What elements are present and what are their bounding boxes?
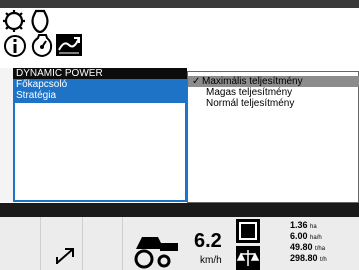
info-icon[interactable] <box>3 34 27 58</box>
option-label: Normál teljesítmény <box>206 98 295 109</box>
divider <box>122 217 123 270</box>
gauge-icon[interactable] <box>30 33 54 58</box>
menu-item-label: Főkapcsoló <box>16 79 68 90</box>
menu-item-main-switch[interactable]: Főkapcsoló <box>13 79 187 90</box>
scale-icon <box>236 246 260 270</box>
reading-yield: 49.80 t/ha <box>290 242 326 252</box>
option-label: Maximális teljesítmény <box>202 76 303 87</box>
reading-area: 1.36 ha <box>290 220 317 230</box>
check-icon: ✓ <box>192 76 201 87</box>
readings-list: 1.36 ha 6.00 ha/h 49.80 t/ha 298.80 t/h <box>290 220 356 264</box>
status-panel: 6.2 km/h 1.36 ha 6.00 ha/h 49.80 t/ha 29… <box>0 217 359 270</box>
option-label: Magas teljesítmény <box>206 87 293 98</box>
menu-empty-area <box>13 101 187 202</box>
bottom-separator <box>0 203 359 217</box>
option-max-power[interactable]: ✓ Maximális teljesítmény <box>188 76 359 87</box>
option-normal-power[interactable]: Normál teljesítmény <box>188 98 359 109</box>
speed-value: 6.2 <box>194 230 222 252</box>
divider <box>82 217 83 270</box>
harvester-icon <box>134 237 178 269</box>
option-high-power[interactable]: Magas teljesítmény <box>188 87 359 98</box>
reading-throughput: 298.80 t/h <box>290 253 327 263</box>
dynamic-power-icon[interactable] <box>56 34 82 56</box>
left-margin <box>0 68 13 202</box>
menu-item-label: DYNAMIC POWER <box>16 68 103 79</box>
area-frame-icon <box>236 219 260 243</box>
menu-item-label: Stratégia <box>16 90 57 101</box>
menu-item-strategy[interactable]: Stratégia <box>13 90 187 101</box>
strategy-dropdown: ✓ Maximális teljesítmény Magas teljesítm… <box>187 71 359 203</box>
menu-item-dynamic-power[interactable]: DYNAMIC POWER <box>13 68 187 79</box>
top-strip <box>0 0 359 8</box>
menu-panel: DYNAMIC POWER Főkapcsoló Stratégia <box>13 68 187 202</box>
engine-icon[interactable] <box>30 9 50 33</box>
arrow-icon[interactable] <box>55 245 77 265</box>
tractor-icon[interactable] <box>3 10 25 32</box>
divider <box>40 217 41 270</box>
menu-blank <box>15 103 185 200</box>
reading-area-rate: 6.00 ha/h <box>290 231 322 241</box>
speed-unit: km/h <box>200 255 222 266</box>
top-toolbar <box>0 8 359 68</box>
